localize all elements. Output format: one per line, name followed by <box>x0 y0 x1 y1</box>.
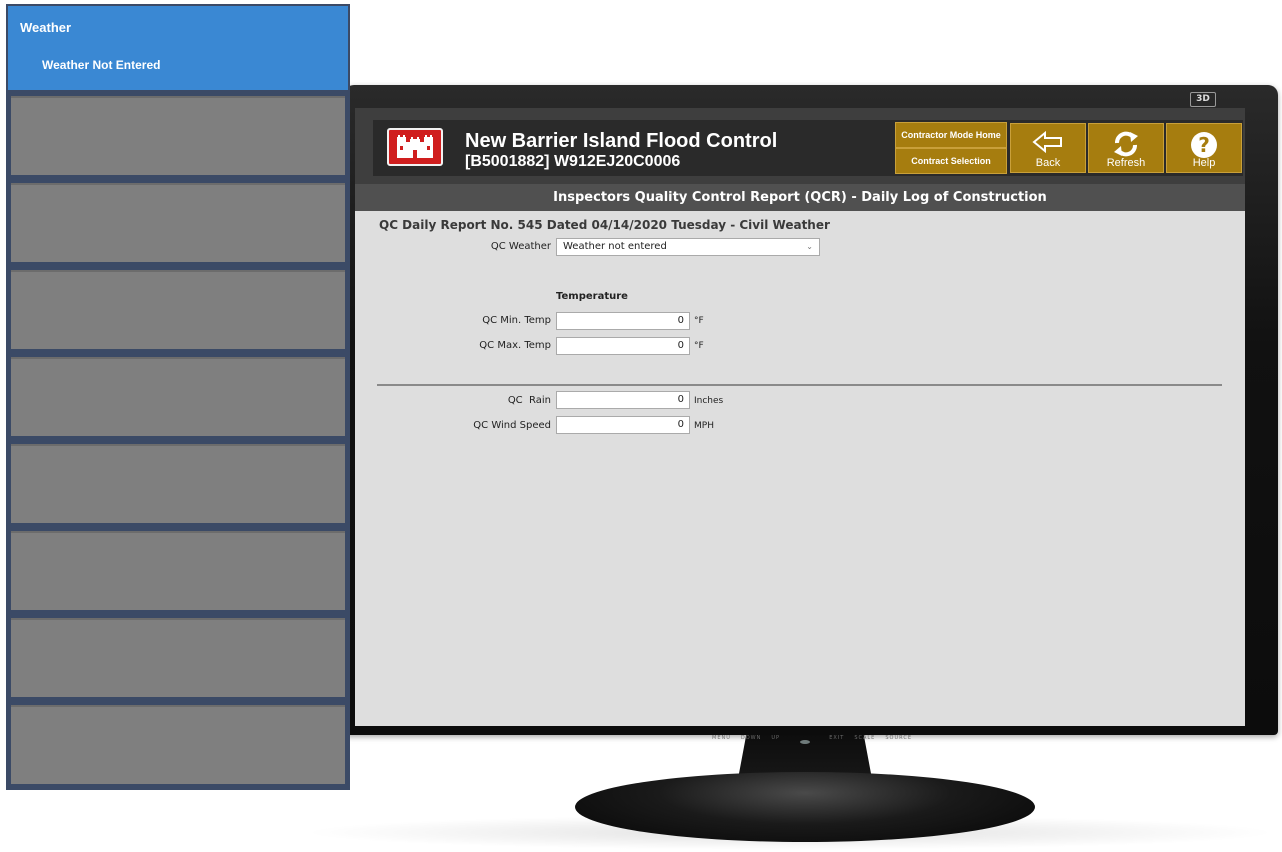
min-temp-label: QC Min. Temp <box>482 315 551 326</box>
castle-logo-icon <box>387 128 443 166</box>
app-header: New Barrier Island Flood Control [B50018… <box>355 108 1245 184</box>
help-label: Help <box>1192 157 1216 169</box>
refresh-label: Refresh <box>1106 157 1146 169</box>
bezel-control-menu: MENU <box>712 735 731 741</box>
monitor-stand-base <box>575 772 1035 842</box>
wind-speed-input[interactable]: 0 <box>556 416 690 434</box>
panel-item-status: Weather Not Entered <box>42 58 161 72</box>
back-arrow-icon <box>1032 130 1062 154</box>
refresh-icon <box>1114 131 1138 157</box>
contractor-mode-home-button[interactable]: Contractor Mode Home <box>895 122 1007 148</box>
panel-item-empty[interactable] <box>11 96 345 175</box>
project-code: [B5001882] W912EJ20C0006 <box>465 153 681 170</box>
contract-selection-button[interactable]: Contract Selection <box>895 148 1007 174</box>
max-temp-unit: °F <box>694 341 704 351</box>
rain-input[interactable]: 0 <box>556 391 690 409</box>
brand-badge: 3D <box>1190 92 1216 107</box>
help-icon: ? <box>1191 132 1217 158</box>
refresh-button[interactable]: Refresh <box>1088 123 1164 173</box>
rain-unit: Inches <box>694 396 724 406</box>
weather-select[interactable]: Weather not entered ⌄ <box>556 238 820 256</box>
help-button[interactable]: ? Help <box>1166 123 1242 173</box>
bezel-control-down: DOWN <box>740 735 762 741</box>
app-screen: New Barrier Island Flood Control [B50018… <box>355 108 1245 726</box>
panel-item-empty[interactable] <box>11 357 345 436</box>
panel-item-empty[interactable] <box>11 705 345 784</box>
power-led <box>800 740 810 744</box>
bezel-control-up: UP <box>771 735 781 741</box>
back-button[interactable]: Back <box>1010 123 1086 173</box>
page-title: Inspectors Quality Control Report (QCR) … <box>355 184 1245 211</box>
panel-item-empty[interactable] <box>11 270 345 349</box>
temperature-heading: Temperature <box>556 291 628 302</box>
panel-item-title: Weather <box>20 20 72 35</box>
bezel-control-source: SOURCE <box>885 735 912 741</box>
wind-speed-unit: MPH <box>694 421 714 431</box>
max-temp-label: QC Max. Temp <box>479 340 551 351</box>
panel-item-weather[interactable]: Weather Weather Not Entered <box>8 6 348 90</box>
chevron-down-icon: ⌄ <box>806 242 813 251</box>
max-temp-input[interactable]: 0 <box>556 337 690 355</box>
bezel-controls: MENU DOWN UP EXIT SCALE SOURCE <box>712 732 912 744</box>
project-title: New Barrier Island Flood Control <box>465 130 778 152</box>
back-label: Back <box>1035 157 1061 169</box>
panel-item-empty[interactable] <box>11 444 345 523</box>
panel-item-empty[interactable] <box>11 183 345 262</box>
rain-label: QC Rain <box>507 395 551 406</box>
min-temp-unit: °F <box>694 316 704 326</box>
report-heading: QC Daily Report No. 545 Dated 04/14/2020… <box>379 218 830 232</box>
panel-item-empty[interactable] <box>11 618 345 697</box>
panel-item-empty[interactable] <box>11 531 345 610</box>
section-divider <box>377 384 1222 386</box>
weather-select-value: Weather not entered <box>563 241 667 252</box>
svg-text:?: ? <box>1198 133 1210 157</box>
min-temp-input[interactable]: 0 <box>556 312 690 330</box>
wind-speed-label: QC Wind Speed <box>473 420 551 431</box>
weather-label: QC Weather <box>490 241 551 252</box>
bezel-control-scale: SCALE <box>854 735 876 741</box>
bezel-control-exit: EXIT <box>829 735 845 741</box>
left-panel: Weather Weather Not Entered <box>6 4 350 790</box>
